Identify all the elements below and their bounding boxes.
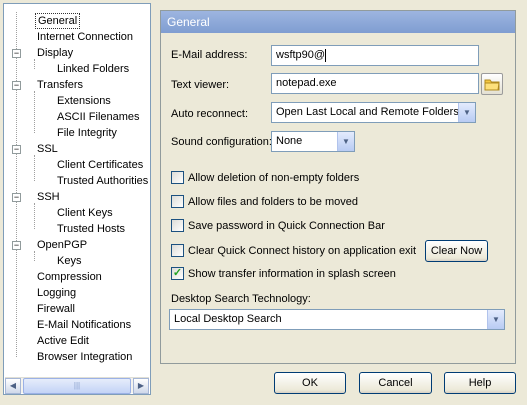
- tree-item-transfers[interactable]: Transfers: [35, 77, 85, 93]
- auto-reconnect-select[interactable]: Open Last Local and Remote Folders ▼: [271, 102, 476, 123]
- checkbox[interactable]: [171, 218, 184, 232]
- ok-button[interactable]: OK: [274, 372, 346, 394]
- checkmark-icon[interactable]: ✓: [171, 266, 184, 280]
- email-field[interactable]: wsftp90@: [271, 45, 479, 66]
- tree-connector: [34, 91, 35, 133]
- tree-item-logging[interactable]: Logging: [35, 285, 78, 301]
- text-viewer-field[interactable]: notepad.exe: [271, 73, 479, 94]
- auto-reconnect-label: Auto reconnect:: [171, 108, 249, 120]
- tree-item-general[interactable]: General: [35, 13, 81, 29]
- option-label: Show transfer information in splash scre…: [188, 268, 396, 280]
- option-label: Clear Quick Connect history on applicati…: [188, 245, 417, 257]
- chevron-down-icon[interactable]: ▼: [337, 132, 354, 151]
- option-save-password[interactable]: Save password in Quick Connection Bar: [171, 218, 385, 233]
- option-label: Save password in Quick Connection Bar: [188, 220, 385, 232]
- tree-item-firewall[interactable]: Firewall: [35, 301, 77, 317]
- sound-configuration-label: Sound configuration:: [171, 136, 272, 148]
- desktop-search-label: Desktop Search Technology:: [171, 293, 311, 305]
- sound-configuration-select[interactable]: None ▼: [271, 131, 355, 152]
- option-allow-move[interactable]: Allow files and folders to be moved: [171, 194, 358, 209]
- checkbox[interactable]: [171, 194, 184, 208]
- tree-item-email-notifications[interactable]: E-Mail Notifications: [35, 317, 133, 333]
- settings-tree[interactable]: General Internet Connection − Display Li…: [3, 3, 151, 395]
- clear-now-button[interactable]: Clear Now: [425, 240, 488, 262]
- tree-item-client-certificates[interactable]: Client Certificates: [55, 157, 145, 173]
- tree-connector: [16, 12, 17, 357]
- tree-item-openpgp[interactable]: OpenPGP: [35, 237, 89, 253]
- sound-configuration-value: None: [276, 135, 303, 147]
- tree-item-ssl[interactable]: SSL: [35, 141, 60, 157]
- collapse-icon[interactable]: −: [12, 81, 21, 90]
- auto-reconnect-value: Open Last Local and Remote Folders: [276, 106, 459, 118]
- tree-item-active-edit[interactable]: Active Edit: [35, 333, 91, 349]
- email-label: E-Mail address:: [171, 49, 248, 61]
- tree-item-file-integrity[interactable]: File Integrity: [55, 125, 119, 141]
- folder-icon: [484, 79, 500, 91]
- tree-connector: [34, 155, 35, 181]
- tree-item-linked-folders[interactable]: Linked Folders: [55, 61, 131, 77]
- chevron-down-icon[interactable]: ▼: [487, 310, 504, 329]
- desktop-search-value: Local Desktop Search: [174, 313, 282, 325]
- collapse-icon[interactable]: −: [12, 193, 21, 202]
- email-value: wsftp90@: [276, 49, 326, 61]
- help-button[interactable]: Help: [444, 372, 516, 394]
- checkbox[interactable]: [171, 243, 184, 257]
- text-caret: [325, 48, 327, 62]
- horizontal-scrollbar[interactable]: ◀ ||| ▶: [5, 377, 149, 394]
- checkbox[interactable]: [171, 170, 184, 184]
- tree-item-ascii-filenames[interactable]: ASCII Filenames: [55, 109, 142, 125]
- option-label: Allow deletion of non-empty folders: [188, 172, 360, 184]
- option-allow-deletion[interactable]: Allow deletion of non-empty folders: [171, 170, 360, 185]
- tree-item-display[interactable]: Display: [35, 45, 75, 61]
- collapse-icon[interactable]: −: [12, 241, 21, 250]
- scroll-left-icon[interactable]: ◀: [5, 378, 21, 394]
- tree-item-ssh[interactable]: SSH: [35, 189, 62, 205]
- tree-item-trusted-hosts[interactable]: Trusted Hosts: [55, 221, 127, 237]
- tree-item-trusted-authorities[interactable]: Trusted Authorities: [55, 173, 150, 189]
- tree-item-internet-connection[interactable]: Internet Connection: [35, 29, 135, 45]
- tree-item-compression[interactable]: Compression: [35, 269, 104, 285]
- collapse-icon[interactable]: −: [12, 49, 21, 58]
- tree-item-client-keys[interactable]: Client Keys: [55, 205, 115, 221]
- option-show-transfer-info[interactable]: ✓ Show transfer information in splash scr…: [171, 266, 396, 281]
- desktop-search-select[interactable]: Local Desktop Search ▼: [169, 309, 505, 330]
- browse-folder-button[interactable]: [481, 73, 503, 95]
- option-clear-history[interactable]: Clear Quick Connect history on applicati…: [171, 243, 417, 258]
- cancel-button[interactable]: Cancel: [359, 372, 432, 394]
- option-label: Allow files and folders to be moved: [188, 196, 358, 208]
- chevron-down-icon[interactable]: ▼: [458, 103, 475, 122]
- tree-item-extensions[interactable]: Extensions: [55, 93, 113, 109]
- general-settings-panel: General E-Mail address: wsftp90@ Text vi…: [160, 10, 516, 364]
- scroll-thumb[interactable]: |||: [23, 378, 131, 394]
- panel-title: General: [161, 11, 515, 33]
- tree-item-keys[interactable]: Keys: [55, 253, 83, 269]
- collapse-icon[interactable]: −: [12, 145, 21, 154]
- tree-connector: [34, 203, 35, 229]
- scroll-right-icon[interactable]: ▶: [133, 378, 149, 394]
- tree-item-browser-integration[interactable]: Browser Integration: [35, 349, 134, 365]
- text-viewer-label: Text viewer:: [171, 79, 230, 91]
